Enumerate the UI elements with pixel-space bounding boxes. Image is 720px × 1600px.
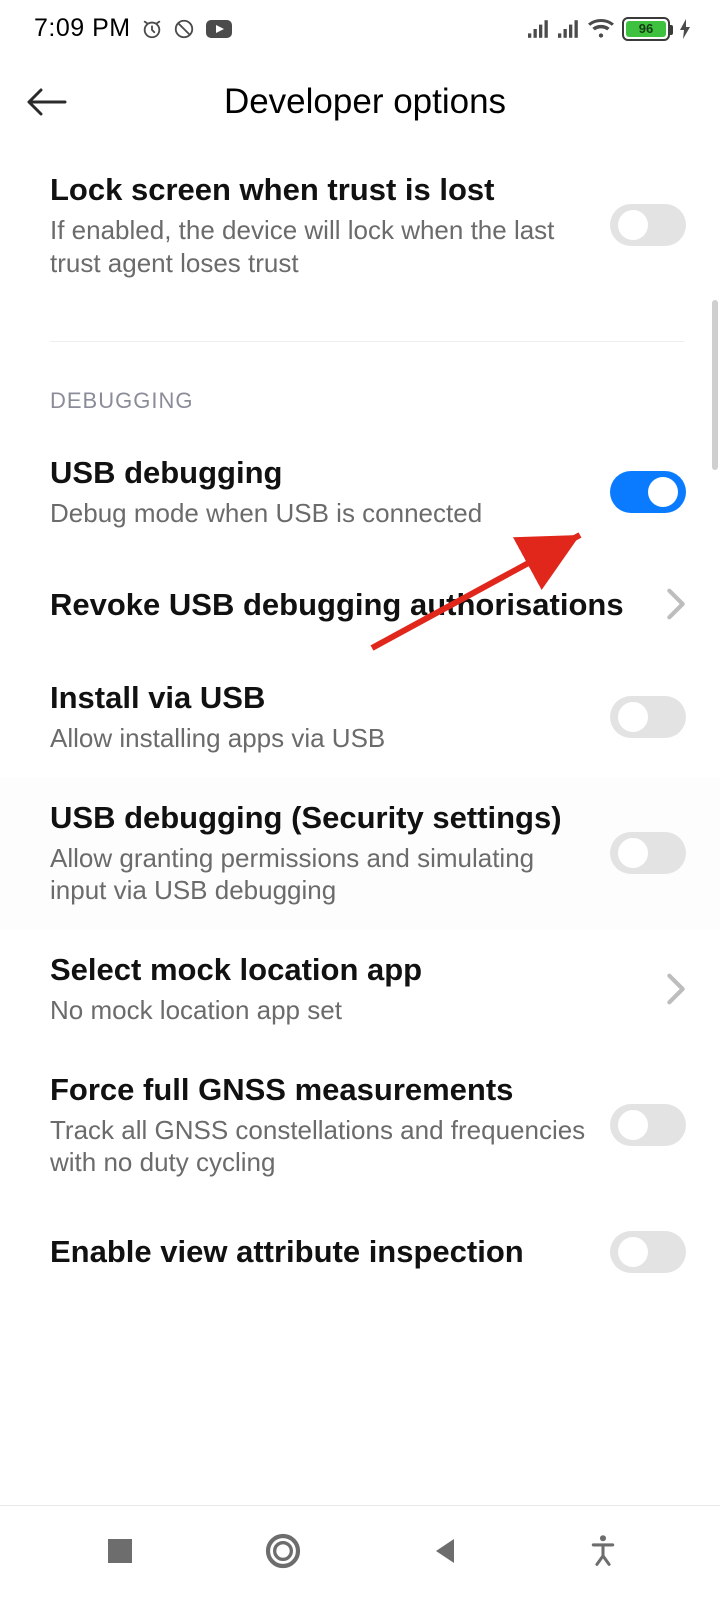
- title-bar: Developer options: [0, 49, 720, 149]
- setting-title: USB debugging: [50, 454, 590, 491]
- section-header-debugging: DEBUGGING: [0, 342, 720, 432]
- chevron-right-icon: [666, 972, 686, 1006]
- triangle-left-icon: [427, 1533, 463, 1569]
- setting-subtitle: Allow granting permissions and simulatin…: [50, 842, 590, 907]
- setting-revoke-usb-auth[interactable]: Revoke USB debugging authorisations: [0, 552, 720, 657]
- nav-recents-button[interactable]: [102, 1533, 138, 1574]
- setting-title: Revoke USB debugging authorisations: [50, 586, 646, 623]
- setting-view-attr-inspection[interactable]: Enable view attribute inspection: [0, 1201, 720, 1295]
- page-title: Developer options: [32, 82, 698, 122]
- scrollbar-thumb[interactable]: [712, 300, 718, 470]
- setting-subtitle: No mock location app set: [50, 994, 646, 1027]
- signal-sim1-icon: [528, 18, 550, 40]
- usb-debugging-toggle[interactable]: [610, 471, 686, 513]
- lock-screen-toggle[interactable]: [610, 204, 686, 246]
- accessibility-icon: [588, 1534, 618, 1568]
- usb-security-toggle[interactable]: [610, 832, 686, 874]
- setting-subtitle: Allow installing apps via USB: [50, 722, 590, 755]
- battery-icon: 96: [622, 17, 670, 41]
- setting-subtitle: Track all GNSS constellations and freque…: [50, 1114, 590, 1179]
- settings-list: Lock screen when trust is lost If enable…: [0, 149, 720, 1295]
- gnss-toggle[interactable]: [610, 1104, 686, 1146]
- battery-pct: 96: [626, 21, 666, 36]
- alarm-icon: [141, 18, 163, 40]
- status-left: 7:09 PM: [34, 14, 233, 43]
- square-icon: [102, 1533, 138, 1569]
- system-nav-bar: [0, 1505, 720, 1600]
- wifi-icon: [588, 18, 614, 40]
- dnd-icon: [173, 18, 195, 40]
- circle-icon: [263, 1531, 303, 1571]
- setting-title: Enable view attribute inspection: [50, 1233, 590, 1270]
- youtube-icon: [205, 18, 233, 40]
- chevron-right-icon: [666, 587, 686, 621]
- nav-back-button[interactable]: [427, 1533, 463, 1574]
- setting-mock-location[interactable]: Select mock location app No mock locatio…: [0, 929, 720, 1049]
- setting-install-via-usb[interactable]: Install via USB Allow installing apps vi…: [0, 657, 720, 777]
- setting-title: Lock screen when trust is lost: [50, 171, 590, 208]
- setting-subtitle: Debug mode when USB is connected: [50, 497, 590, 530]
- status-right: 96: [528, 17, 692, 41]
- status-time: 7:09 PM: [34, 14, 131, 43]
- setting-usb-debugging[interactable]: USB debugging Debug mode when USB is con…: [0, 432, 720, 552]
- setting-title: Install via USB: [50, 679, 590, 716]
- signal-sim2-icon: [558, 18, 580, 40]
- install-via-usb-toggle[interactable]: [610, 696, 686, 738]
- nav-home-button[interactable]: [263, 1531, 303, 1576]
- setting-title: Select mock location app: [50, 951, 646, 988]
- setting-usb-debug-security[interactable]: USB debugging (Security settings) Allow …: [0, 777, 720, 929]
- charging-icon: [678, 19, 692, 39]
- setting-gnss[interactable]: Force full GNSS measurements Track all G…: [0, 1049, 720, 1201]
- setting-lock-screen-trust[interactable]: Lock screen when trust is lost If enable…: [0, 149, 720, 301]
- status-bar: 7:09 PM 96: [0, 0, 720, 49]
- setting-title: USB debugging (Security settings): [50, 799, 590, 836]
- nav-accessibility-button[interactable]: [588, 1534, 618, 1573]
- view-attr-toggle[interactable]: [610, 1231, 686, 1273]
- setting-title: Force full GNSS measurements: [50, 1071, 590, 1108]
- setting-subtitle: If enabled, the device will lock when th…: [50, 214, 590, 279]
